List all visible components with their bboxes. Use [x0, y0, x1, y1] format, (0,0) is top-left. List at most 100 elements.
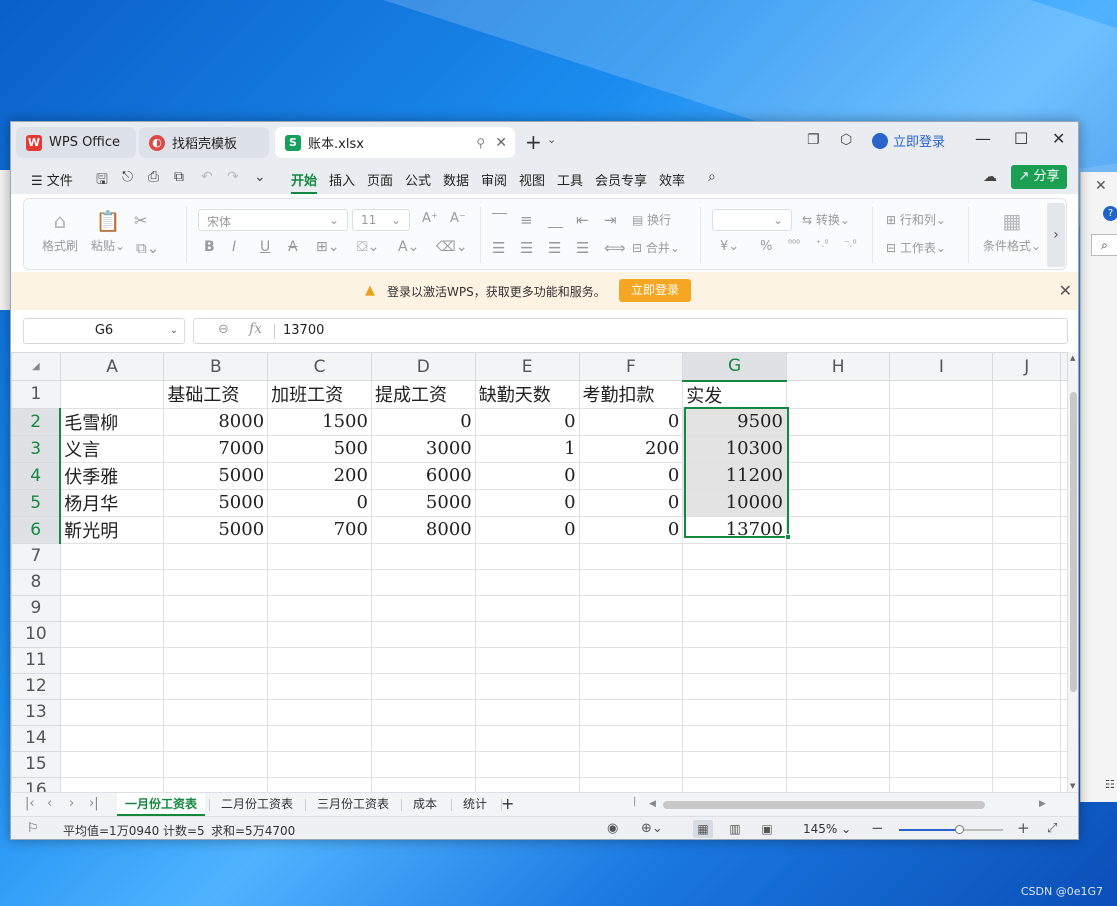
cube-icon[interactable]: ⬡	[840, 132, 852, 148]
cell-i8[interactable]	[889, 568, 994, 596]
justify-icon[interactable]: ☰	[576, 239, 589, 257]
prev-sheet-icon[interactable]: ‹	[47, 796, 52, 811]
cell-e2[interactable]: 0	[474, 407, 580, 436]
cell-c4[interactable]: 200	[267, 461, 372, 490]
cell-i6[interactable]	[889, 515, 994, 544]
cell-c14[interactable]	[267, 724, 372, 752]
cell-h1[interactable]	[785, 380, 891, 409]
cell-f6[interactable]: 0	[578, 515, 684, 544]
row-header[interactable]: 12	[11, 672, 61, 700]
font-name-select[interactable]: 宋体 ⌄	[198, 209, 348, 231]
cell-j9[interactable]	[992, 594, 1061, 622]
tab-docer-templates[interactable]: ◐ 找稻壳模板	[139, 127, 269, 158]
cell-h2[interactable]	[785, 407, 891, 436]
column-header-f[interactable]: F	[578, 352, 684, 381]
cell-h15[interactable]	[785, 750, 891, 778]
cell-g16[interactable]	[682, 776, 787, 792]
decrease-decimal-icon[interactable]: ⁻.⁰	[844, 239, 856, 250]
cell-e10[interactable]	[474, 620, 580, 648]
share-button[interactable]: ↗ 分享	[1011, 165, 1067, 189]
file-menu[interactable]: ☰ 文件	[31, 170, 73, 189]
redo-icon[interactable]: ↷	[227, 169, 239, 185]
cell-a3[interactable]: 义言	[59, 434, 165, 463]
paste-button[interactable]: 📋 粘贴⌄	[88, 209, 128, 254]
sheet-tab[interactable]: 二月份工资表	[213, 793, 301, 816]
cell-i12[interactable]	[889, 672, 994, 700]
cell-b16[interactable]	[163, 776, 269, 792]
cell-c10[interactable]	[267, 620, 372, 648]
login-link[interactable]: 立即登录	[872, 131, 945, 150]
cell-j3[interactable]	[992, 434, 1061, 463]
cell-e16[interactable]	[474, 776, 580, 792]
cell-i5[interactable]	[889, 488, 994, 517]
cell-f10[interactable]	[578, 620, 684, 648]
cloud-icon[interactable]: ☁	[983, 169, 997, 185]
cell-h8[interactable]	[785, 568, 891, 596]
indent-icon[interactable]: ⇥	[604, 211, 617, 229]
vertical-scrollbar[interactable]: ▲ ▼	[1068, 352, 1078, 792]
menu-item-review[interactable]: 审阅	[481, 170, 507, 189]
menu-item-data[interactable]: 数据	[443, 170, 469, 189]
row-header[interactable]: 2	[11, 407, 62, 436]
cell-c9[interactable]	[267, 594, 372, 622]
cell-j10[interactable]	[992, 620, 1061, 648]
eye-protection-icon[interactable]: ◉	[607, 821, 618, 836]
cell-h9[interactable]	[785, 594, 891, 622]
cell-e15[interactable]	[474, 750, 580, 778]
percent-icon[interactable]: %	[760, 239, 772, 254]
cell-g4[interactable]: 11200	[682, 461, 787, 490]
column-header-b[interactable]: B	[163, 352, 269, 381]
cell-e5[interactable]: 0	[474, 488, 580, 517]
row-header[interactable]: 16	[11, 776, 61, 792]
cell-i7[interactable]	[889, 542, 994, 570]
cell-f4[interactable]: 0	[578, 461, 684, 490]
menu-item-page[interactable]: 页面	[367, 170, 393, 189]
bold-icon[interactable]: B	[204, 239, 215, 255]
cut-icon[interactable]: ✂	[134, 211, 147, 230]
cell-f8[interactable]	[578, 568, 684, 596]
cell-j4[interactable]	[992, 461, 1061, 490]
cell-b7[interactable]	[163, 542, 269, 570]
cell-g6[interactable]: 13700	[682, 515, 787, 544]
sheet-tab[interactable]: 一月份工资表	[117, 793, 206, 816]
undo-icon[interactable]: ↶	[201, 169, 213, 185]
cell-i15[interactable]	[889, 750, 994, 778]
cell-g7[interactable]	[682, 542, 787, 570]
font-color-icon[interactable]: A⌄	[398, 239, 419, 255]
column-header-g[interactable]: G	[682, 352, 787, 382]
align-middle-icon[interactable]: ≡	[520, 211, 533, 229]
tab-splitter[interactable]: |	[633, 796, 636, 807]
save-icon[interactable]: 🖫	[96, 169, 108, 193]
cell-d10[interactable]	[370, 620, 476, 648]
decrease-font-icon[interactable]: A⁻	[450, 211, 466, 226]
cell-c13[interactable]	[267, 698, 372, 726]
cell-c7[interactable]	[267, 542, 372, 570]
cell-g10[interactable]	[682, 620, 787, 648]
cell-h6[interactable]	[785, 515, 891, 544]
scroll-up-icon[interactable]: ▲	[1070, 354, 1075, 362]
window-layout-icon[interactable]: ❐	[807, 132, 820, 148]
cell-e9[interactable]	[474, 594, 580, 622]
row-header[interactable]: 8	[11, 568, 61, 596]
column-header-a[interactable]: A	[59, 352, 165, 381]
cell-d11[interactable]	[370, 646, 476, 674]
cell-h16[interactable]	[785, 776, 891, 792]
cell-g13[interactable]	[682, 698, 787, 726]
cell-a9[interactable]	[59, 594, 165, 622]
cell-d14[interactable]	[370, 724, 476, 752]
cell-i10[interactable]	[889, 620, 994, 648]
cell-d15[interactable]	[370, 750, 476, 778]
cell-a2[interactable]: 毛雪柳	[59, 407, 165, 436]
scroll-down-icon[interactable]: ▼	[1070, 782, 1075, 790]
row-header[interactable]: 10	[11, 620, 61, 648]
column-header-j[interactable]: J	[992, 352, 1061, 381]
menu-item-tools[interactable]: 工具	[557, 170, 583, 189]
cell-d3[interactable]: 3000	[370, 434, 476, 463]
increase-font-icon[interactable]: A⁺	[422, 211, 438, 226]
menu-item-home[interactable]: 开始	[291, 170, 318, 194]
cell-j12[interactable]	[992, 672, 1061, 700]
row-header[interactable]: 15	[11, 750, 61, 778]
cell-h13[interactable]	[785, 698, 891, 726]
cell-f15[interactable]	[578, 750, 684, 778]
cell-d4[interactable]: 6000	[370, 461, 476, 490]
